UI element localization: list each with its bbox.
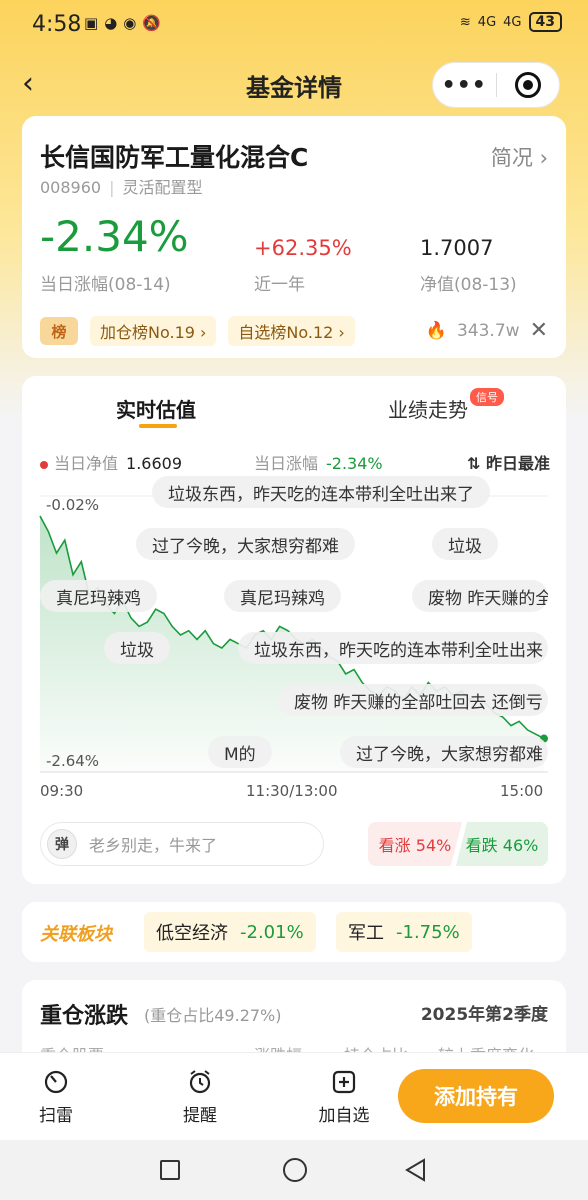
signal-2-icon: 4G — [503, 14, 522, 30]
sector-item[interactable]: 军工 -1.75% — [336, 912, 472, 952]
danmu-placeholder: 老乡别走，牛来了 — [89, 836, 218, 855]
mute-icon: 🔕 — [142, 14, 162, 32]
legend-change-value: -2.34% — [326, 454, 383, 473]
tab-active-underline — [139, 424, 177, 428]
danmu-comment: 废物 昨天赚的全部吐回去 还倒亏 — [278, 684, 548, 716]
danmu-comment: 垃圾 — [104, 632, 170, 664]
fund-summary-card: 长信国防军工量化混合C 简况 › 008960 | 灵活配置型 -2.34% 当日涨… — [22, 116, 566, 358]
heat-value: 343.7w — [456, 320, 520, 341]
holdings-title: 重仓涨跌 — [40, 1004, 129, 1029]
status-right: ≋ 4G 4G 43 — [460, 12, 562, 32]
rank-badge-icon: 榜 — [40, 317, 78, 345]
year-change-value: +62.35% — [254, 236, 352, 260]
status-notification-icons: ▣ ◕ ◉ 🔕 — [84, 14, 161, 32]
heat-indicator: 🔥 343.7w ✕ — [426, 318, 548, 343]
legend-nav: 当日净值 1.6609 — [40, 450, 182, 474]
system-nav-bar — [0, 1140, 588, 1200]
sort-yesterday-accurate[interactable]: ⇅ 昨日最准 — [467, 450, 550, 474]
danmu-comment: 过了今晚，大家想穷都难 — [136, 528, 355, 560]
fund-type: 灵活配置型 — [122, 178, 203, 197]
danmu-comment: 过了今晚，大家想穷都难 — [340, 736, 548, 768]
tag-favorites-rank[interactable]: 自选榜No.12 › — [228, 316, 355, 346]
more-options-icon[interactable]: ••• — [433, 73, 496, 98]
remind-button[interactable]: 提醒 — [160, 1069, 240, 1126]
eye-icon: ◉ — [123, 14, 137, 32]
brief-link[interactable]: 简况 › — [491, 142, 548, 172]
mini-program-capsule: ••• — [432, 62, 560, 108]
danmu-comment: 垃圾东西，昨天吃的连本带利全吐出来 — [238, 632, 548, 664]
x-axis-label-end: 15:00 — [500, 782, 544, 800]
target-icon — [514, 72, 541, 98]
tab-performance-trend[interactable]: 业绩走势 — [388, 394, 468, 423]
estimate-chart-card: 实时估值 业绩走势 信号 当日净值 1.6609 当日涨幅 -2.34% ⇅ 昨日最… — [22, 376, 566, 884]
rank-tags: 榜 加仓榜No.19 › 自选榜No.12 › — [40, 316, 355, 346]
quarter-selector[interactable]: 2025年第2季度 — [421, 1000, 548, 1025]
close-icon[interactable]: ✕ — [530, 318, 548, 343]
nav-value: 1.7007 — [420, 236, 494, 260]
add-holding-button[interactable]: 添加持有 — [398, 1069, 554, 1123]
app-notification-icon: ▣ — [84, 14, 99, 32]
battery-indicator: 43 — [528, 12, 562, 32]
sector-item[interactable]: 低空经济 -2.01% — [144, 912, 316, 952]
signal-1-icon: 4G — [477, 14, 497, 30]
danmu-icon[interactable]: 弹 — [47, 829, 77, 859]
status-time: 4:58 — [32, 12, 82, 37]
danmu-comment: 垃圾东西，昨天吃的连本带利全吐出来了 — [152, 476, 490, 508]
recents-icon[interactable] — [160, 1160, 180, 1180]
alarm-clock-icon — [187, 1069, 213, 1095]
tab-realtime-estimate[interactable]: 实时估值 — [116, 394, 196, 423]
vote-bar: 看涨 54% 看跌 46% — [368, 822, 548, 866]
year-change-label: 近一年 — [254, 275, 305, 295]
danmu-comment: 真尼玛辣鸡 — [224, 580, 341, 612]
vote-down-button[interactable]: 看跌 46% — [456, 822, 548, 866]
tag-add-position-rank[interactable]: 加仓榜No.19 › — [90, 316, 217, 346]
back-triangle-icon[interactable] — [404, 1158, 428, 1182]
fund-code: 008960 — [40, 178, 102, 197]
danmu-comment: 垃圾 — [432, 528, 498, 560]
day-change-label: 当日涨幅(08-14) — [40, 275, 171, 295]
close-miniprogram-button[interactable] — [497, 72, 560, 98]
related-sector-card: 关联板块 低空经济 -2.01% 军工 -1.75% — [22, 902, 566, 962]
scan-icon — [43, 1069, 69, 1095]
scan-button[interactable]: 扫雷 — [16, 1069, 96, 1126]
holdings-ratio: (重仓占比49.27%) — [144, 1006, 282, 1025]
day-change-value: -2.34% — [40, 212, 189, 261]
x-axis-label-start: 09:30 — [40, 782, 84, 800]
red-dot-icon — [40, 460, 48, 469]
legend-nav-value: 1.6609 — [126, 454, 182, 473]
wifi-icon: ≋ — [459, 14, 471, 30]
fund-meta: 008960 | 灵活配置型 — [40, 178, 203, 197]
y-axis-top-label: -0.02% — [46, 496, 100, 514]
danmu-comment: 真尼玛辣鸡 — [40, 580, 157, 612]
danmu-input[interactable]: 弹 老乡别走，牛来了 — [40, 822, 324, 866]
y-axis-bottom-label: -2.64% — [46, 752, 100, 770]
status-bar: 4:58 ▣ ◕ ◉ 🔕 ≋ 4G 4G 43 — [0, 0, 588, 50]
fund-name: 长信国防军工量化混合C — [40, 143, 309, 172]
nav-bar: ‹ 基金详情 ••• — [0, 52, 588, 112]
related-sector-logo: 关联板块 — [40, 924, 112, 945]
qq-icon: ◕ — [104, 14, 118, 32]
danmu-comment: 废物 昨天赚的全 — [412, 580, 548, 612]
plus-square-icon — [331, 1069, 357, 1095]
bottom-action-bar: 扫雷 提醒 加自选 添加持有 — [0, 1052, 588, 1140]
home-icon[interactable] — [283, 1158, 307, 1182]
vote-up-button[interactable]: 看涨 54% — [368, 822, 462, 866]
signal-badge: 信号 — [470, 388, 504, 406]
fire-icon: 🔥 — [425, 320, 447, 341]
add-favorite-button[interactable]: 加自选 — [304, 1069, 384, 1126]
legend-change: 当日涨幅 -2.34% — [254, 454, 383, 473]
nav-label: 净值(08-13) — [420, 275, 517, 295]
danmu-comment: M的 — [208, 736, 272, 768]
x-axis-label-mid: 11:30/13:00 — [246, 782, 338, 800]
